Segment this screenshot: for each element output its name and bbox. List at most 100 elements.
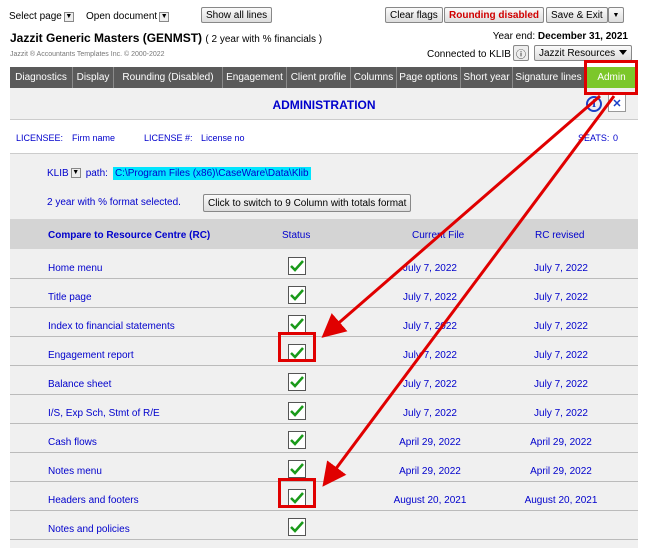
current-file-date: July 7, 2022: [403, 321, 457, 332]
row-name-link[interactable]: Title page: [48, 292, 92, 303]
tab-rounding[interactable]: Rounding (Disabled): [114, 67, 223, 88]
select-page-dropdown[interactable]: Select page ▼: [9, 9, 74, 24]
current-file-date: July 7, 2022: [403, 292, 457, 303]
row-name-link[interactable]: Index to financial statements: [48, 321, 175, 332]
rc-revised-date: July 7, 2022: [534, 350, 588, 361]
tab-short-year[interactable]: Short year: [461, 67, 513, 88]
info-button[interactable]: ⓘ: [513, 45, 529, 61]
table-row: I/S, Exp Sch, Stmt of R/E July 7, 2022 J…: [10, 396, 638, 424]
current-file-date: July 7, 2022: [403, 408, 457, 419]
path-label: path:: [85, 167, 108, 179]
checkmark-icon: [290, 434, 304, 446]
close-icon[interactable]: ✕: [608, 94, 626, 112]
connected-status: Connected to KLIB: [427, 49, 511, 60]
status-checkbox[interactable]: [288, 257, 306, 275]
klib-path-row: KLIB ▼ path: C:\Program Files (x86)\Case…: [47, 165, 311, 181]
klib-path-value[interactable]: C:\Program Files (x86)\CaseWare\Data\Kli…: [112, 166, 311, 180]
current-file-date: August 20, 2021: [393, 495, 467, 506]
info-icon[interactable]: i: [586, 96, 602, 112]
licensee-value: Firm name: [72, 133, 116, 143]
licensee-label: LICENSEE:: [16, 133, 64, 143]
status-checkbox[interactable]: [288, 460, 306, 478]
clear-flags-button[interactable]: Clear flags: [385, 7, 443, 23]
header-status: Status: [282, 230, 311, 241]
klib-dropdown-label[interactable]: KLIB: [47, 168, 69, 179]
row-name-link[interactable]: Notes menu: [48, 466, 102, 477]
status-checkbox[interactable]: [288, 489, 306, 507]
rc-revised-date: July 7, 2022: [534, 408, 588, 419]
seats-label: SEATS:: [578, 133, 610, 143]
status-checkbox[interactable]: [288, 315, 306, 333]
rc-revised-date: July 7, 2022: [534, 321, 588, 332]
rc-revised-date: July 7, 2022: [534, 263, 588, 274]
tab-diagnostics[interactable]: Diagnostics: [10, 67, 73, 88]
row-name-link[interactable]: I/S, Exp Sch, Stmt of R/E: [48, 408, 160, 419]
chevron-down-icon[interactable]: ▼: [70, 168, 81, 178]
license-bar: LICENSEE: Firm name LICENSE #: License n…: [10, 119, 638, 154]
row-name-link[interactable]: Headers and footers: [48, 495, 139, 506]
copyright-text: Jazzit ® Accountants Templates Inc. © 20…: [10, 51, 165, 58]
year-end: Year end: December 31, 2021: [493, 31, 628, 42]
seats-value: 0: [613, 133, 619, 143]
tab-admin[interactable]: Admin: [585, 67, 638, 88]
table-row: Notes menu April 29, 2022 April 29, 2022: [10, 454, 638, 482]
status-checkbox[interactable]: [288, 431, 306, 449]
current-file-date: July 7, 2022: [403, 263, 457, 274]
page-title: Jazzit Generic Masters (GENMST) ( 2 year…: [10, 31, 322, 45]
current-file-date: July 7, 2022: [403, 379, 457, 390]
checkmark-icon: [290, 347, 304, 359]
rc-revised-date: July 7, 2022: [534, 292, 588, 303]
status-checkbox[interactable]: [288, 344, 306, 362]
tab-signature-lines[interactable]: Signature lines: [513, 67, 585, 88]
resources-label: Jazzit Resources: [539, 47, 616, 59]
header-rc-revised: RC revised: [535, 230, 585, 241]
checkmark-icon: [290, 463, 304, 475]
row-name-link[interactable]: Balance sheet: [48, 379, 111, 390]
format-selected-text: 2 year with % format selected.: [47, 197, 181, 208]
license-label: LICENSE #:: [144, 133, 193, 143]
tab-display[interactable]: Display: [73, 67, 114, 88]
checkmark-icon: [290, 376, 304, 388]
status-checkbox[interactable]: [288, 518, 306, 536]
tab-client-profile[interactable]: Client profile: [287, 67, 351, 88]
status-checkbox[interactable]: [288, 402, 306, 420]
chevron-down-icon: ▼: [612, 11, 620, 19]
row-name-link[interactable]: Engagement report: [48, 350, 134, 361]
open-document-dropdown[interactable]: Open document ▼: [86, 9, 170, 24]
table-row: Balance sheet July 7, 2022 July 7, 2022: [10, 367, 638, 395]
row-name-link[interactable]: Cash flows: [48, 437, 97, 448]
status-checkbox[interactable]: [288, 286, 306, 304]
jazzit-resources-dropdown[interactable]: Jazzit Resources: [534, 45, 632, 61]
current-file-date: April 29, 2022: [399, 437, 461, 448]
open-document-label: Open document: [86, 11, 158, 22]
table-row: Cash flows April 29, 2022 April 29, 2022: [10, 425, 638, 453]
status-checkbox[interactable]: [288, 373, 306, 391]
save-exit-button[interactable]: Save & Exit: [546, 7, 608, 23]
header-current-file: Current File: [412, 230, 465, 241]
rc-revised-date: April 29, 2022: [530, 437, 592, 448]
show-all-lines-button[interactable]: Show all lines: [201, 7, 273, 23]
tab-engagement[interactable]: Engagement: [223, 67, 287, 88]
current-file-date: April 29, 2022: [399, 466, 461, 477]
table-row: Headers and footers August 20, 2021 Augu…: [10, 483, 638, 511]
row-name-link[interactable]: Notes and policies: [48, 524, 130, 535]
chevron-down-icon: ▼: [63, 11, 74, 22]
tab-page-options[interactable]: Page options: [397, 67, 461, 88]
switch-format-button[interactable]: Click to switch to 9 Column with totals …: [203, 194, 412, 212]
admin-panel: ADMINISTRATION i ✕ LICENSEE: Firm name L…: [10, 88, 638, 548]
table-row: Index to financial statements July 7, 20…: [10, 309, 638, 337]
rc-revised-date: August 20, 2021: [524, 495, 598, 506]
checkmark-icon: [290, 492, 304, 504]
year-end-date: December 31, 2021: [537, 31, 628, 42]
checkmark-icon: [290, 260, 304, 272]
checkmark-icon: [290, 289, 304, 301]
rounding-disabled-button[interactable]: Rounding disabled: [444, 7, 544, 23]
tab-columns[interactable]: Columns: [351, 67, 397, 88]
checkmark-icon: [290, 405, 304, 417]
year-end-label: Year end:: [492, 31, 536, 42]
admin-title: ADMINISTRATION: [272, 98, 376, 112]
more-options-button[interactable]: ▼: [608, 7, 624, 23]
row-name-link[interactable]: Home menu: [48, 263, 102, 274]
compare-table-header: Compare to Resource Centre (RC) Status C…: [10, 219, 638, 249]
top-toolbar: Select page ▼ Open document ▼ Show all l…: [0, 0, 648, 28]
